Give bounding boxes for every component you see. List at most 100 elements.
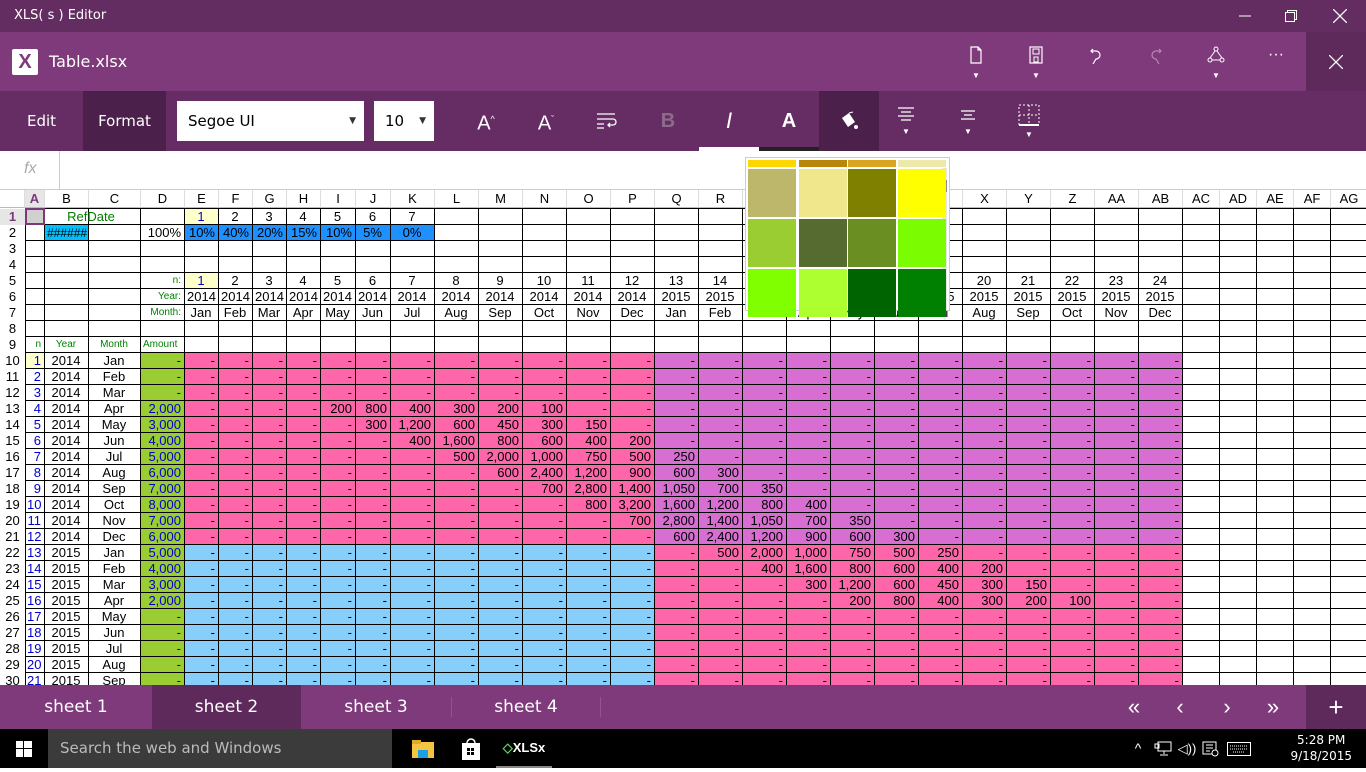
font-color-button[interactable]: A <box>759 91 819 151</box>
allocation-cell[interactable]: - <box>479 577 521 593</box>
allocation-cell[interactable]: - <box>699 417 741 433</box>
allocation-cell[interactable]: - <box>287 369 319 385</box>
allocation-cell[interactable]: - <box>1139 497 1181 513</box>
color-swatch[interactable] <box>848 160 896 167</box>
allocation-cell[interactable]: - <box>875 433 917 449</box>
timeline-n[interactable]: 13 <box>655 273 697 289</box>
allocation-cell[interactable]: - <box>1139 673 1181 685</box>
last-sheet-button[interactable]: » <box>1250 685 1296 729</box>
allocation-cell[interactable]: - <box>356 593 389 609</box>
column-header[interactable]: AC <box>1183 190 1220 208</box>
allocation-cell[interactable]: - <box>1095 513 1137 529</box>
timeline-year[interactable]: 2015 <box>963 289 1005 305</box>
allocation-cell[interactable]: - <box>435 353 477 369</box>
allocation-cell[interactable]: - <box>919 449 961 465</box>
allocation-cell[interactable]: - <box>567 513 609 529</box>
more-button[interactable]: ··· <box>1246 32 1306 91</box>
allocation-cell[interactable]: 500 <box>435 449 477 465</box>
allocation-cell[interactable]: - <box>831 481 873 497</box>
timeline-month[interactable]: Jan <box>655 305 697 321</box>
allocation-cell[interactable]: - <box>479 513 521 529</box>
timeline-n[interactable]: 3 <box>253 273 285 289</box>
color-swatch[interactable] <box>748 269 796 317</box>
allocation-cell[interactable]: - <box>1095 401 1137 417</box>
minimize-button[interactable] <box>1222 0 1268 32</box>
row-n[interactable]: 12 <box>25 529 43 545</box>
row-n[interactable]: 16 <box>25 593 43 609</box>
allocation-cell[interactable]: - <box>185 641 217 657</box>
allocation-cell[interactable]: - <box>435 673 477 685</box>
allocation-cell[interactable]: - <box>831 449 873 465</box>
allocation-cell[interactable]: - <box>655 385 697 401</box>
row-year[interactable]: 2014 <box>45 417 87 433</box>
row-amount[interactable]: - <box>141 641 183 657</box>
row-year[interactable]: 2014 <box>45 497 87 513</box>
allocation-cell[interactable]: - <box>963 625 1005 641</box>
allocation-cell[interactable]: - <box>963 353 1005 369</box>
allocation-cell[interactable]: - <box>1139 625 1181 641</box>
allocation-cell[interactable]: - <box>523 657 565 673</box>
allocation-cell[interactable]: 1,200 <box>743 529 785 545</box>
taskbar-search-input[interactable]: Search the web and Windows <box>48 729 392 768</box>
allocation-cell[interactable]: 300 <box>963 593 1005 609</box>
allocation-cell[interactable]: - <box>185 529 217 545</box>
allocation-cell[interactable]: - <box>1139 481 1181 497</box>
allocation-cell[interactable]: - <box>356 353 389 369</box>
allocation-cell[interactable]: - <box>321 481 354 497</box>
allocation-cell[interactable]: - <box>1095 545 1137 561</box>
add-sheet-button[interactable]: + <box>1306 685 1366 729</box>
allocation-cell[interactable]: - <box>787 609 829 625</box>
row-n[interactable]: 2 <box>25 369 43 385</box>
allocation-cell[interactable]: - <box>321 529 354 545</box>
allocation-cell[interactable]: - <box>875 641 917 657</box>
allocation-cell[interactable]: - <box>185 433 217 449</box>
new-file-button[interactable]: ▼ <box>946 32 1006 91</box>
label-n[interactable]: n: <box>141 273 183 289</box>
allocation-cell[interactable]: 450 <box>479 417 521 433</box>
row-header[interactable]: 11 <box>0 369 25 385</box>
allocation-cell[interactable]: 500 <box>875 545 917 561</box>
timeline-year[interactable]: 2015 <box>699 289 741 305</box>
row-header[interactable]: 2 <box>0 225 25 241</box>
allocation-cell[interactable]: - <box>743 401 785 417</box>
allocation-cell[interactable]: - <box>321 593 354 609</box>
allocation-cell[interactable]: - <box>567 385 609 401</box>
allocation-cell[interactable]: - <box>919 465 961 481</box>
allocation-cell[interactable]: 2,000 <box>743 545 785 561</box>
allocation-cell[interactable]: - <box>743 385 785 401</box>
timeline-n[interactable]: 23 <box>1095 273 1137 289</box>
timeline-year[interactable]: 2014 <box>356 289 389 305</box>
allocation-cell[interactable]: 400 <box>919 561 961 577</box>
row-header[interactable]: 18 <box>0 481 25 497</box>
row-year[interactable]: 2015 <box>45 545 87 561</box>
row-n[interactable]: 13 <box>25 545 43 561</box>
color-swatch[interactable] <box>898 160 946 167</box>
allocation-cell[interactable]: - <box>185 673 217 685</box>
close-window-button[interactable] <box>1317 0 1363 32</box>
allocation-cell[interactable]: - <box>611 353 653 369</box>
row-year[interactable]: 2014 <box>45 449 87 465</box>
row-year[interactable]: 2014 <box>45 529 87 545</box>
allocation-cell[interactable]: - <box>479 641 521 657</box>
percent-cell[interactable]: 15% <box>287 225 319 241</box>
allocation-cell[interactable]: - <box>356 513 389 529</box>
allocation-cell[interactable]: - <box>611 417 653 433</box>
allocation-cell[interactable]: - <box>875 497 917 513</box>
allocation-cell[interactable]: - <box>253 481 285 497</box>
allocation-cell[interactable]: - <box>699 449 741 465</box>
allocation-cell[interactable]: 450 <box>919 577 961 593</box>
allocation-cell[interactable]: - <box>875 673 917 685</box>
allocation-cell[interactable]: 600 <box>479 465 521 481</box>
allocation-cell[interactable]: - <box>287 417 319 433</box>
allocation-cell[interactable]: - <box>699 577 741 593</box>
color-swatch[interactable] <box>748 160 796 167</box>
row-header[interactable]: 23 <box>0 561 25 577</box>
allocation-cell[interactable]: - <box>1139 417 1181 433</box>
row-month[interactable]: Aug <box>89 465 139 481</box>
allocation-cell[interactable]: 800 <box>567 497 609 513</box>
allocation-cell[interactable]: - <box>253 593 285 609</box>
allocation-cell[interactable]: - <box>655 657 697 673</box>
label-year[interactable]: Year: <box>141 289 183 305</box>
allocation-cell[interactable]: - <box>655 433 697 449</box>
row-amount[interactable]: - <box>141 673 183 685</box>
